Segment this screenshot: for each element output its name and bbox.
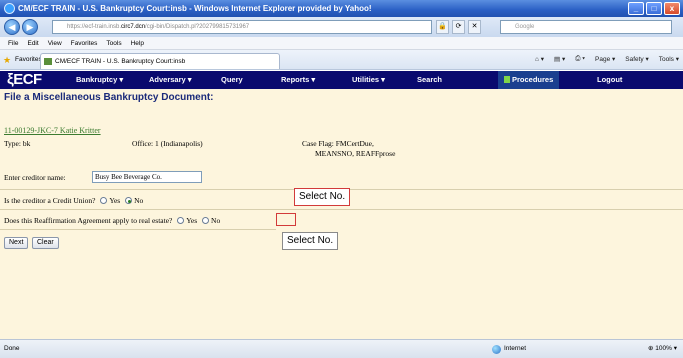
url-prefix: https://ecf-train.insb.	[67, 24, 122, 30]
address-input[interactable]: https://ecf-train.insb.circ7.dcn/cgi-bin…	[52, 20, 432, 34]
real-estate-no-radio[interactable]	[202, 217, 210, 224]
creditor-name-input[interactable]: Busy Bee Beverage Co.	[92, 171, 202, 183]
callout-select-no-2: Select No.	[282, 232, 339, 250]
clear-button[interactable]: Clear	[32, 237, 59, 249]
internet-zone: Internet	[492, 340, 526, 358]
url-domain: circ7.dcn	[121, 24, 146, 30]
tools-menu[interactable]: Tools ▾	[659, 55, 679, 63]
nav-query[interactable]: Query	[221, 71, 243, 89]
case-flag-line2: MEANSNO, REAFFprose	[315, 149, 396, 158]
status-text: Done	[4, 345, 20, 352]
nav-search[interactable]: Search	[417, 71, 442, 89]
feeds-icon[interactable]: ▤ ▾	[554, 55, 565, 63]
back-button[interactable]: ◀	[4, 19, 20, 35]
credit-union-label: Is the creditor a Credit Union?	[4, 196, 96, 205]
star-icon: ★	[3, 55, 12, 65]
maximize-button[interactable]: □	[646, 2, 662, 15]
page-menu[interactable]: Page ▾	[595, 55, 615, 63]
print-icon[interactable]: ⎙ ▾	[575, 55, 585, 63]
zoom-level[interactable]: ⊕ 100% ▾	[648, 340, 677, 358]
case-flag-line1: Case Flag: FMCertDue,	[302, 139, 374, 148]
nav-utilities[interactable]: Utilities ▾	[352, 71, 385, 89]
question-real-estate: Does this Reaffirmation Agreement apply …	[4, 216, 220, 225]
real-estate-label: Does this Reaffirmation Agreement apply …	[4, 216, 173, 225]
menu-view[interactable]: View	[48, 37, 62, 49]
divider	[0, 229, 276, 230]
next-button[interactable]: Next	[4, 237, 29, 249]
real-estate-no-label: No	[211, 216, 221, 225]
case-office: Office: 1 (Indianapolis)	[132, 139, 203, 148]
browser-tab[interactable]: CM/ECF TRAIN - U.S. Bankruptcy Court:ins…	[40, 53, 280, 69]
menu-file[interactable]: File	[8, 37, 18, 49]
credit-union-yes-label: Yes	[109, 196, 121, 205]
ie-logo-icon	[4, 3, 15, 14]
procedures-icon	[504, 76, 510, 83]
menu-favorites[interactable]: Favorites	[71, 37, 98, 49]
ecf-nav-bar: ξECF Bankruptcy ▾ Adversary ▾ Query Repo…	[0, 71, 683, 89]
highlight-ring	[276, 213, 296, 226]
page-icon	[44, 58, 52, 65]
stop-icon[interactable]: ✕	[468, 20, 481, 34]
favorites-bar: ★ Favorites CM/ECF TRAIN - U.S. Bankrupt…	[0, 50, 683, 70]
credit-union-no-label: No	[134, 196, 144, 205]
real-estate-yes-radio[interactable]	[177, 217, 185, 224]
credit-union-yes-radio[interactable]	[100, 197, 108, 204]
credit-union-no-radio[interactable]	[125, 197, 133, 204]
main-content: File a Miscellaneous Bankruptcy Document…	[0, 89, 683, 339]
callout-select-no-1: Select No.	[294, 188, 351, 206]
search-input[interactable]: Google	[500, 20, 672, 34]
real-estate-yes-label: Yes	[186, 216, 198, 225]
favorites-button[interactable]: ★ Favorites	[3, 54, 42, 66]
globe-icon	[492, 345, 501, 354]
creditor-label: Enter creditor name:	[4, 173, 66, 182]
ecf-logo: ξECF	[7, 71, 42, 88]
divider	[0, 209, 683, 210]
refresh-icon[interactable]: ⟳	[452, 20, 465, 34]
nav-adversary[interactable]: Adversary ▾	[149, 71, 192, 89]
command-bar: ⌂ ▾ ▤ ▾ ⎙ ▾ Page ▾ Safety ▾ Tools ▾	[535, 55, 679, 63]
menu-edit[interactable]: Edit	[27, 37, 38, 49]
close-button[interactable]: x	[664, 2, 680, 15]
minimize-button[interactable]: _	[628, 2, 644, 15]
case-number-link[interactable]: 11-00129-JKC-7 Katie Kritter	[4, 126, 101, 135]
window-title-bar: CM/ECF TRAIN - U.S. Bankruptcy Court:ins…	[0, 0, 683, 17]
nav-logout[interactable]: Logout	[597, 71, 622, 89]
favorites-label: Favorites	[15, 56, 42, 63]
menu-bar: File Edit View Favorites Tools Help	[0, 37, 683, 50]
url-path: /cgi-bin/Dispatch.pl?202799815731967	[145, 24, 250, 30]
address-toolbar: ◀ ▶ https://ecf-train.insb.circ7.dcn/cgi…	[0, 17, 683, 37]
case-type: Type: bk	[4, 139, 31, 148]
lock-icon[interactable]: 🔒	[436, 20, 449, 34]
menu-help[interactable]: Help	[131, 37, 144, 49]
window-title: CM/ECF TRAIN - U.S. Bankruptcy Court:ins…	[18, 4, 372, 13]
question-credit-union: Is the creditor a Credit Union? Yes No	[4, 196, 143, 205]
forward-button[interactable]: ▶	[22, 19, 38, 35]
page-title: File a Miscellaneous Bankruptcy Document…	[4, 92, 214, 103]
tab-title: CM/ECF TRAIN - U.S. Bankruptcy Court:ins…	[55, 58, 186, 65]
status-bar: Done Internet ⊕ 100% ▾	[0, 339, 683, 358]
home-icon[interactable]: ⌂ ▾	[535, 55, 544, 63]
nav-procedures[interactable]: Procedures	[498, 71, 560, 89]
safety-menu[interactable]: Safety ▾	[625, 55, 649, 63]
menu-tools[interactable]: Tools	[106, 37, 121, 49]
nav-reports[interactable]: Reports ▾	[281, 71, 315, 89]
nav-bankruptcy[interactable]: Bankruptcy ▾	[76, 71, 123, 89]
